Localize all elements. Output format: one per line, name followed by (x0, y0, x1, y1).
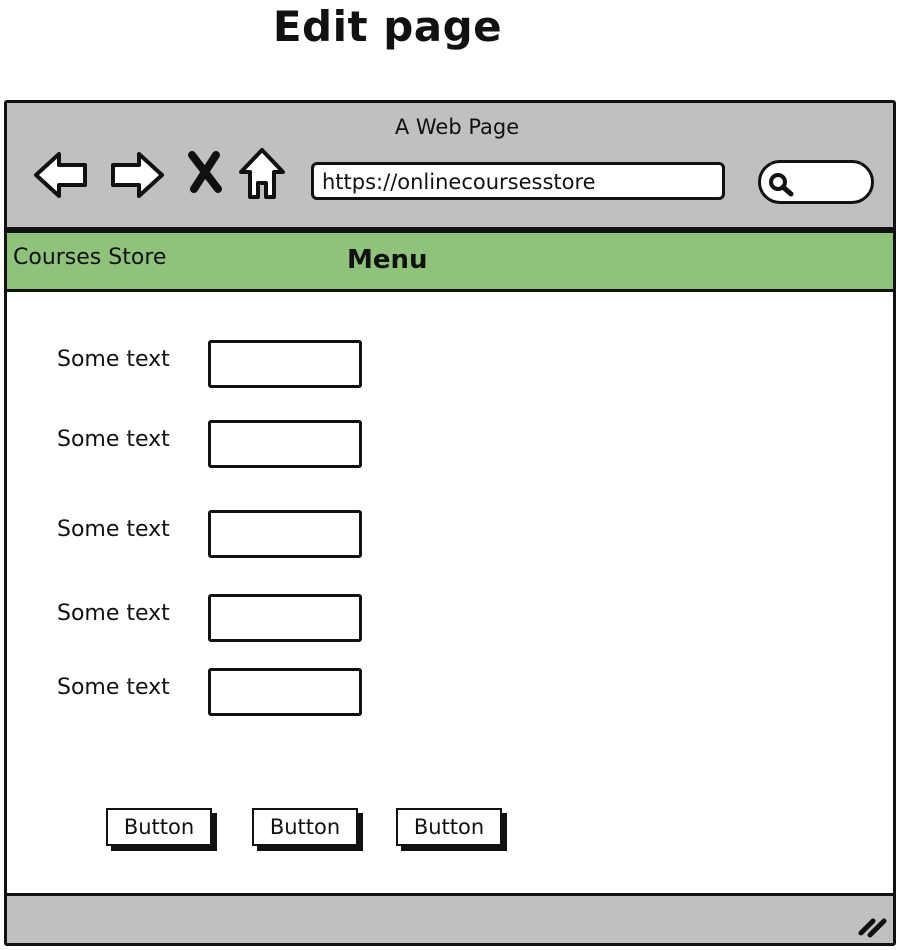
form-row: Some text (57, 420, 377, 470)
search-icon (769, 173, 794, 197)
text-input[interactable] (208, 420, 362, 468)
resize-grip-icon[interactable] (855, 911, 889, 939)
page-title: Edit page (272, 2, 503, 51)
form-row-label: Some text (57, 675, 170, 700)
back-arrow-icon[interactable] (31, 149, 91, 201)
form-row: Some text (57, 510, 377, 560)
form-row-label: Some text (57, 347, 170, 372)
text-input[interactable] (208, 668, 362, 716)
browser-window: A Web Page https://onlinecoursesstore Co… (4, 100, 896, 946)
action-button-3[interactable]: Button (396, 808, 502, 846)
form-row-label: Some text (57, 601, 170, 626)
url-field[interactable]: https://onlinecoursesstore (311, 162, 725, 200)
text-input[interactable] (208, 340, 362, 388)
menu-bar: Courses Store Menu (7, 230, 893, 292)
form-row-label: Some text (57, 427, 170, 452)
form-row: Some text (57, 594, 377, 644)
browser-toolbar: A Web Page https://onlinecoursesstore (7, 103, 893, 230)
action-button-2[interactable]: Button (252, 808, 358, 846)
text-input[interactable] (208, 510, 362, 558)
form-row: Some text (57, 340, 377, 390)
status-bar (7, 893, 893, 943)
forward-arrow-icon[interactable] (107, 149, 167, 201)
window-title: A Web Page (394, 115, 520, 139)
action-button-1[interactable]: Button (106, 808, 212, 846)
form-row: Some text (57, 668, 377, 718)
brand-label[interactable]: Courses Store (13, 245, 166, 270)
menu-label[interactable]: Menu (347, 245, 428, 275)
text-input[interactable] (208, 594, 362, 642)
stop-icon[interactable] (185, 151, 225, 193)
form-row-label: Some text (57, 517, 170, 542)
search-field[interactable] (758, 160, 874, 204)
home-icon[interactable] (237, 147, 287, 201)
